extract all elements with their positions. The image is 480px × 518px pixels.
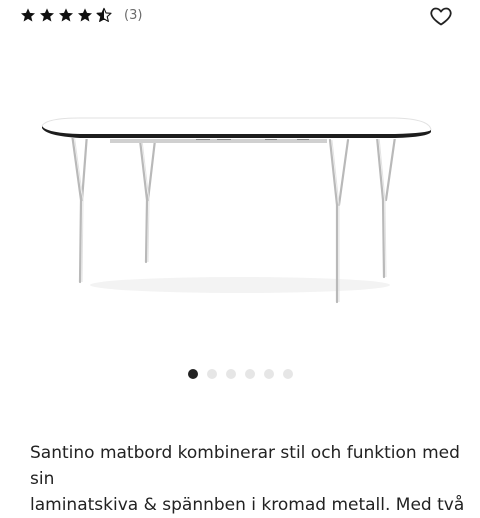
favorite-button[interactable]: [429, 4, 453, 28]
table-illustration: [41, 117, 432, 304]
product-description: Santino matbord kombinerar stil och funk…: [30, 440, 470, 518]
rating-row: (3): [20, 4, 142, 26]
star-icon: [21, 8, 35, 22]
image-carousel-dots: [0, 369, 480, 379]
carousel-dot[interactable]: [244, 369, 255, 379]
carousel-dot[interactable]: [282, 369, 293, 379]
carousel-dot[interactable]: [263, 369, 274, 379]
rating-count[interactable]: (3): [124, 8, 142, 23]
carousel-dot[interactable]: [225, 369, 236, 379]
product-image[interactable]: [0, 60, 480, 330]
carousel-dot[interactable]: [206, 369, 217, 379]
heart-outline-icon: [430, 7, 452, 26]
description-line: laminatskiva & spännben i kromad metall.…: [30, 495, 465, 515]
carousel-dot[interactable]: [187, 369, 198, 379]
description-line: Santino matbord kombinerar stil och funk…: [30, 443, 460, 489]
star-icon: [40, 8, 54, 22]
star-half-icon: [96, 7, 112, 22]
star-icon: [78, 8, 92, 22]
star-icon: [59, 8, 73, 22]
rating-stars: [20, 7, 112, 23]
